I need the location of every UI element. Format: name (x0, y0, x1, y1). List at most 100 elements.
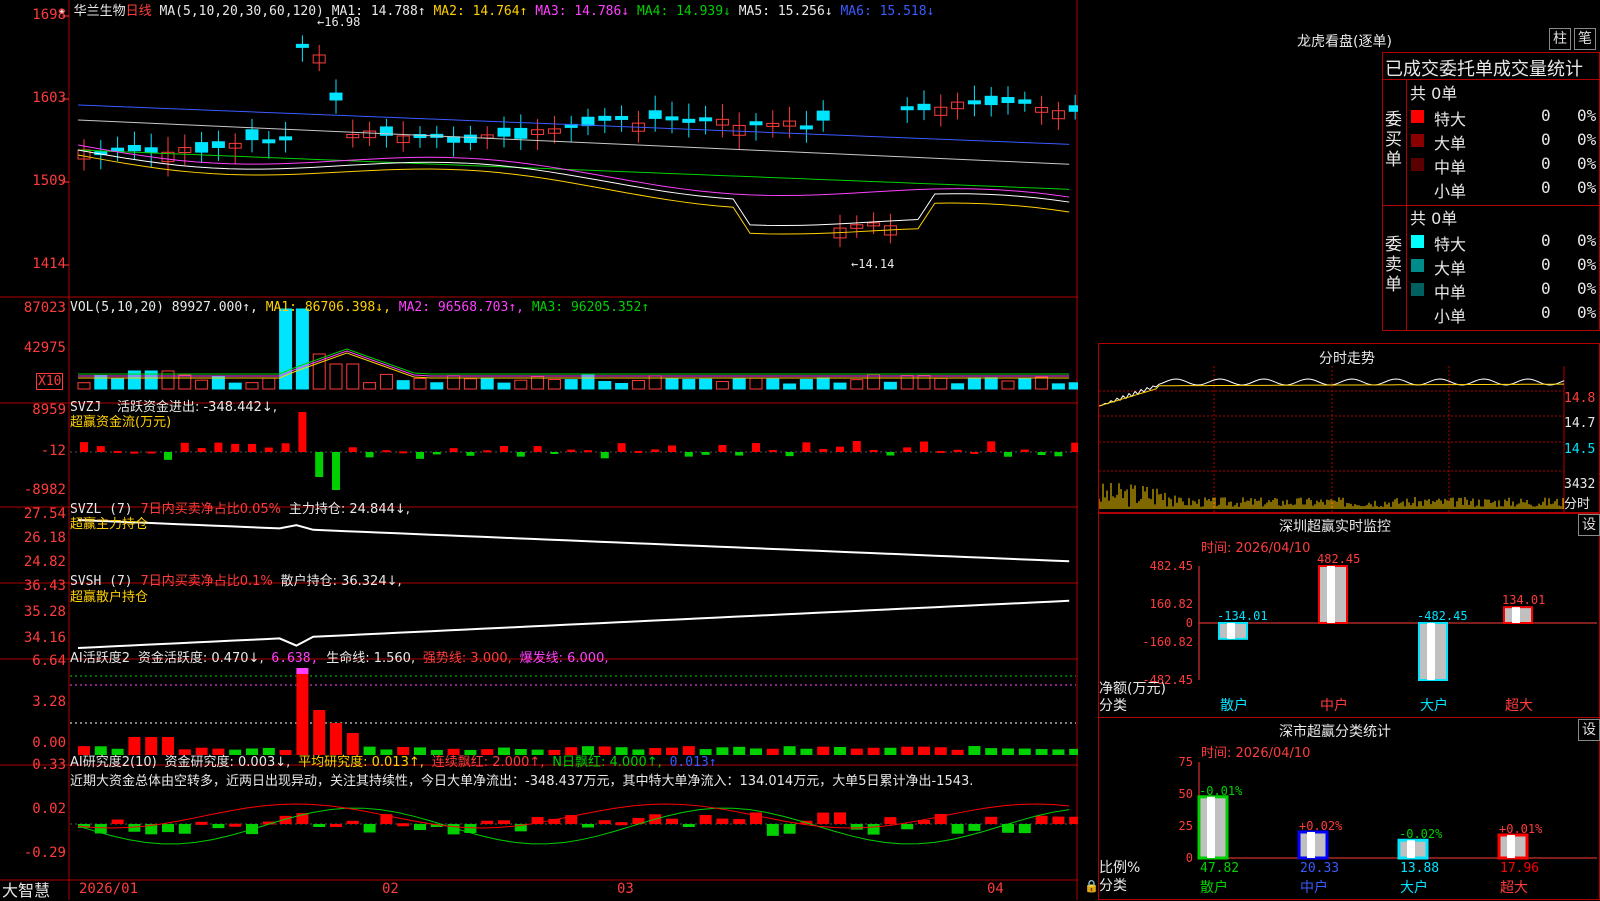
fund-flow-bar (684, 452, 693, 457)
fund-flow-bar (466, 452, 475, 456)
order-size-label: 特大 (1434, 110, 1467, 129)
activity-bar (800, 748, 813, 755)
volume-bar (178, 374, 192, 390)
order-color-swatch (1411, 259, 1424, 272)
volume-bar (463, 378, 477, 390)
volume-bar (195, 379, 209, 390)
volume-bar (984, 377, 998, 390)
ma-line (77, 104, 1070, 145)
activity-bar (934, 747, 947, 755)
fund-flow-bar (147, 451, 156, 454)
research-bar (867, 824, 880, 835)
fund-flow-bar (315, 452, 324, 477)
order-pct: 0% (1577, 231, 1597, 250)
fund-flow-bar (903, 447, 912, 452)
activity-bar (968, 746, 981, 755)
fund-flow-bar (1037, 452, 1046, 456)
tick-mode-button[interactable]: 笔 (1574, 28, 1596, 50)
volume-bar (363, 382, 377, 390)
sz-bar-highlight (1327, 566, 1335, 623)
order-color-swatch (1411, 182, 1424, 195)
sz-category-label: 大户 (1420, 697, 1448, 714)
volume-bar (547, 379, 561, 390)
activity-bar (783, 746, 796, 755)
volume-bar (682, 378, 696, 390)
activity-bar (901, 746, 914, 755)
class-category-label: 散户 (1200, 879, 1228, 896)
candle (581, 116, 595, 127)
research-bar (598, 820, 611, 824)
volume-bar (967, 377, 981, 390)
volume-bar (564, 379, 578, 390)
volume-bar (262, 377, 276, 390)
sz-monitor-settings-button[interactable]: 设 (1578, 514, 1600, 536)
svzj-axis-label: -8982 (23, 482, 66, 498)
fund-flow-bar (248, 443, 256, 452)
price-axis-label: 1414 (32, 256, 66, 272)
sz-class-settings-button[interactable]: 设 (1578, 719, 1600, 741)
order-total: 共 0单 (1410, 84, 1458, 103)
sz-bar-value: -134.01 (1217, 609, 1268, 623)
order-color-swatch (1411, 158, 1424, 171)
x-axis-label: 2026/01 (79, 881, 139, 897)
price-header: ★ 华兰生物日线 MA(5,10,20,30,60,120) MA1: 14.7… (58, 0, 934, 19)
fund-flow-bar (802, 442, 811, 452)
activity-bar (817, 746, 830, 755)
ai-research-header: AI研究度2(10) 资金研究度: 0.003↓, 平均研究度: 0.013↑,… (70, 755, 717, 770)
research-bar (699, 815, 712, 824)
volume-bar (1068, 382, 1078, 390)
fund-flow-bar (332, 452, 340, 490)
research-line (77, 807, 1070, 845)
lock-icon[interactable]: 🔒 (1084, 879, 1099, 893)
fund-flow-bar (231, 443, 240, 452)
order-count: 0 (1541, 106, 1551, 125)
candle (900, 106, 914, 111)
volume-bar (379, 373, 393, 390)
candle (447, 136, 461, 143)
research-bar (178, 824, 191, 834)
activity-bar (1052, 749, 1065, 755)
fund-flow-bar (1071, 442, 1078, 452)
sz-bar-highlight (1512, 607, 1520, 623)
fund-flow-bar (113, 450, 122, 453)
sz-axis-label: 482.45 (1150, 559, 1193, 573)
research-bar (682, 824, 695, 827)
candle (682, 118, 696, 123)
fund-flow-bar (214, 442, 223, 452)
fund-flow-bar (752, 443, 760, 452)
volume-bar (413, 377, 427, 390)
intraday-chart[interactable] (1099, 366, 1599, 512)
period-label[interactable]: 日线 (126, 4, 152, 19)
research-bar (985, 816, 998, 824)
svzl-axis-label: 26.18 (23, 530, 66, 546)
fund-flow-bar (584, 450, 592, 453)
research-bar (1069, 816, 1078, 824)
volume-bar (783, 383, 797, 390)
volume-bar (1051, 383, 1065, 390)
research-bar (666, 818, 678, 824)
bar-mode-button[interactable]: 柱 (1549, 28, 1571, 50)
research-bar (330, 823, 342, 827)
fund-flow-bar (80, 442, 88, 452)
volume-bar (867, 373, 881, 390)
activity-bar (1002, 748, 1014, 755)
svsh-axis-label: 35.28 (23, 604, 66, 620)
fund-flow-bar (869, 450, 878, 453)
activity-bar (1018, 748, 1031, 755)
order-color-swatch (1411, 110, 1424, 123)
fund-flow-bar (130, 451, 139, 454)
order-color-swatch (1411, 283, 1424, 296)
class-bar-highlight (1207, 796, 1215, 858)
ma-value: MA6: 15.518↓ (840, 4, 935, 19)
fund-flow-bar (483, 450, 492, 453)
sell-side-label: 委卖单 (1385, 235, 1402, 295)
fund-flow-bar (180, 442, 189, 452)
price-axis-label: 1603 (32, 90, 66, 106)
candle (127, 144, 141, 152)
class-category-label: 中户 (1300, 879, 1328, 896)
fund-flow-bar (533, 446, 542, 452)
intraday-axis-label: 14.5 (1564, 442, 1596, 457)
volume-unit-button[interactable]: X10 (36, 373, 64, 390)
volume-ma-line (78, 348, 1070, 375)
volume-bar (1035, 376, 1049, 390)
